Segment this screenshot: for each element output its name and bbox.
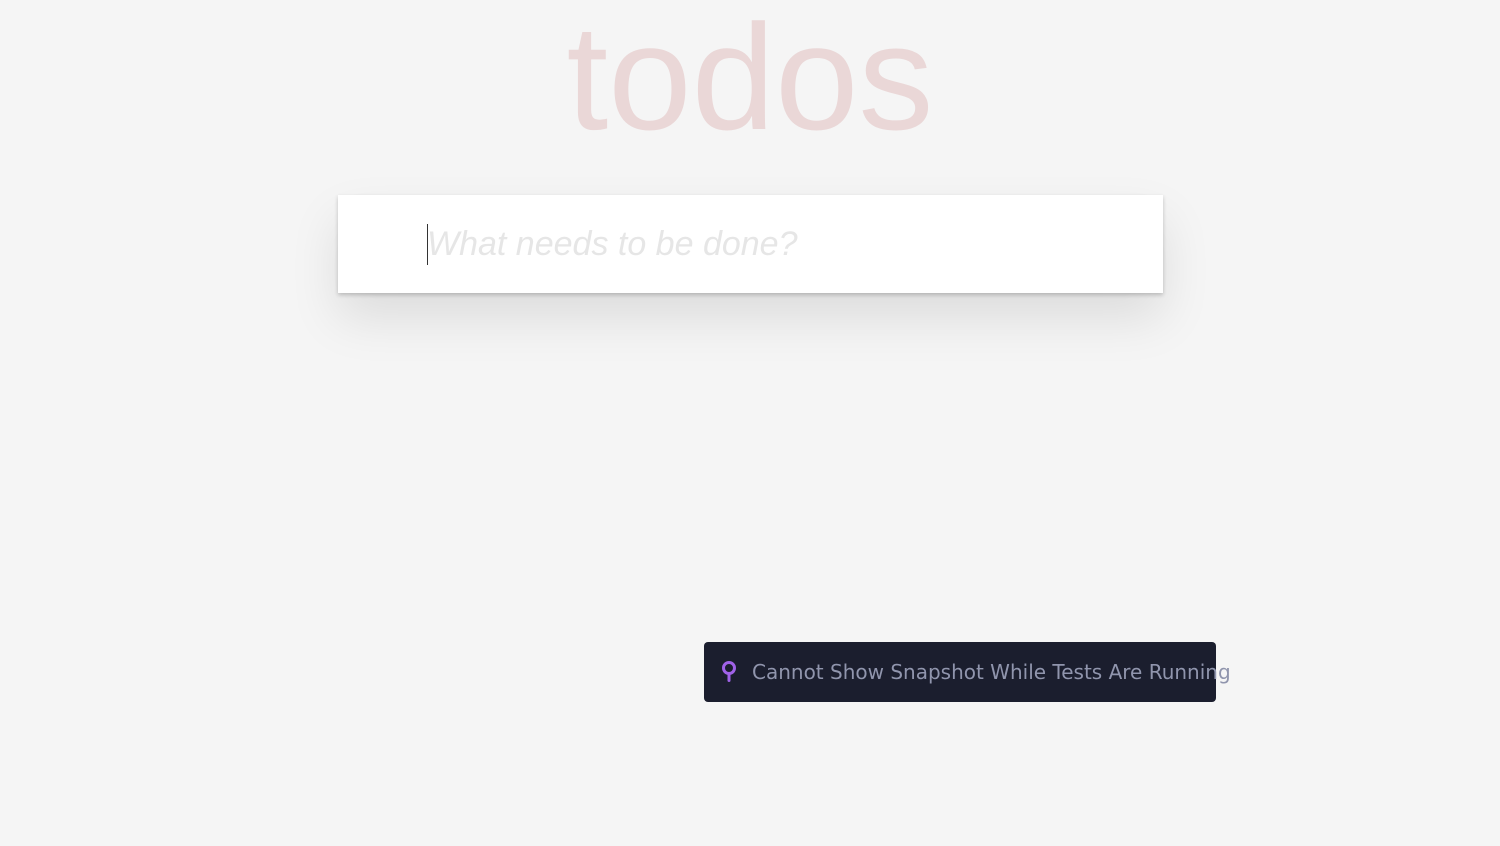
new-todo-input[interactable]: [338, 195, 1163, 293]
snapshot-toast-message: Cannot Show Snapshot While Tests Are Run…: [752, 660, 1231, 684]
pin-icon: [720, 660, 738, 684]
new-todo-card: [338, 195, 1163, 293]
text-caret: [427, 224, 428, 265]
todo-app-page: todos Cannot Show Snapshot While Tests A…: [0, 0, 1500, 846]
app-title: todos: [566, 0, 934, 161]
snapshot-toast: Cannot Show Snapshot While Tests Are Run…: [704, 642, 1231, 702]
